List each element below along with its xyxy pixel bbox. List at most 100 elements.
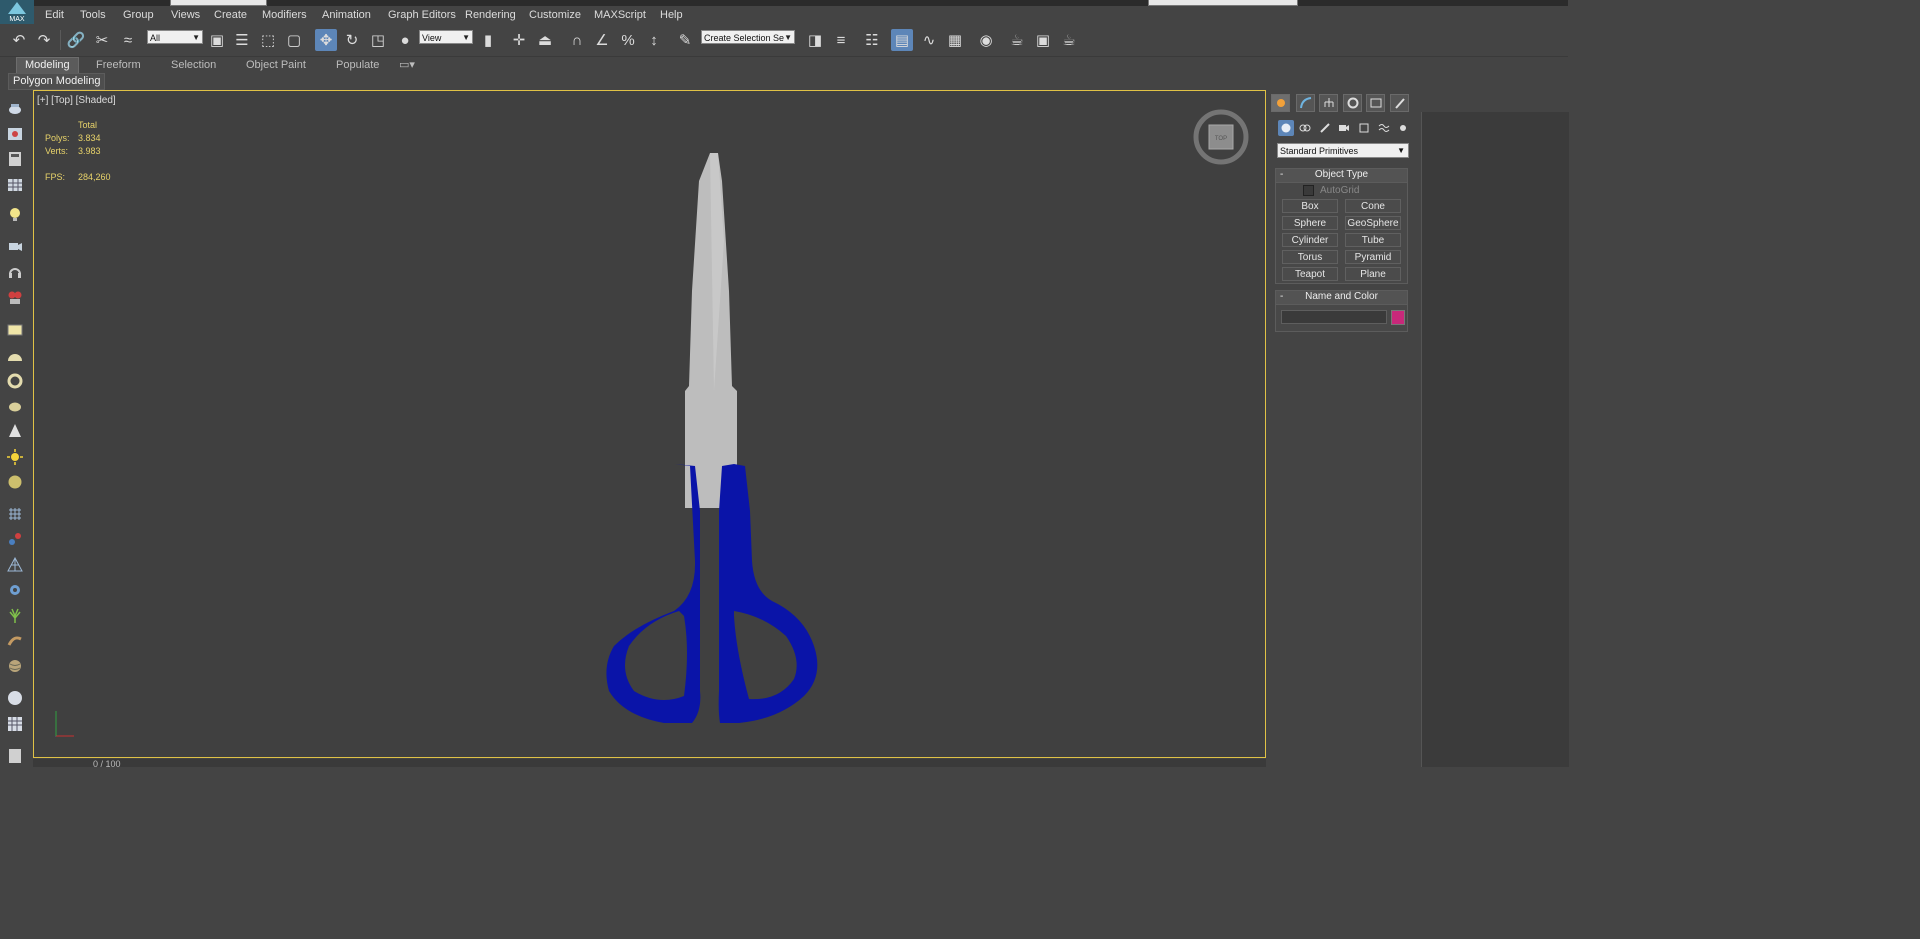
menu-create[interactable]: Create (214, 9, 247, 21)
systems-icon[interactable] (1395, 120, 1411, 136)
tube-button[interactable]: Tube (1345, 233, 1401, 247)
rendered-frame-window-icon[interactable]: ▣ (1032, 29, 1054, 51)
scene-explorer-icon[interactable]: ▤ (891, 29, 913, 51)
pivot-point-icon[interactable]: ▮ (477, 29, 499, 51)
menu-modifiers[interactable]: Modifiers (262, 9, 307, 21)
cone-button[interactable]: Cone (1345, 199, 1401, 213)
named-selection-dropdown[interactable]: Create Selection Se ▼ (701, 30, 795, 44)
sphere-button[interactable]: Sphere (1282, 216, 1338, 230)
object-name-field[interactable] (1281, 310, 1387, 324)
teapot-icon[interactable] (5, 98, 25, 118)
render-icon[interactable] (5, 124, 25, 144)
teapot-button[interactable]: Teapot (1282, 267, 1338, 281)
menu-graph-editors[interactable]: Graph Editors (388, 9, 456, 21)
camera-icon[interactable] (5, 236, 25, 256)
sphere-icon[interactable] (5, 472, 25, 492)
pyramid-button[interactable]: Pyramid (1345, 250, 1401, 264)
name-and-color-header[interactable]: - Name and Color (1276, 291, 1407, 305)
menu-rendering[interactable]: Rendering (465, 9, 516, 21)
menu-views[interactable]: Views (171, 9, 200, 21)
render-setup-icon[interactable]: ☕ (1006, 29, 1028, 51)
angle-snap-icon[interactable]: ∠ (591, 29, 613, 51)
menu-edit[interactable]: Edit (45, 9, 64, 21)
torus-button[interactable]: Torus (1282, 250, 1338, 264)
utilities-tab-icon[interactable] (1390, 94, 1409, 112)
place-icon[interactable]: ● (394, 29, 416, 51)
bone-icon[interactable] (5, 529, 25, 549)
table-icon[interactable] (5, 714, 25, 734)
keyboard-shortcut-override-icon[interactable]: ⏏ (534, 29, 556, 51)
cone-primitive-icon[interactable] (5, 421, 25, 441)
scale-icon[interactable]: ◳ (367, 29, 389, 51)
redo-icon[interactable]: ↷ (33, 29, 55, 51)
snaps-toggle-icon[interactable]: ∩ (566, 29, 588, 51)
sphere-primitive-icon[interactable] (5, 371, 25, 391)
mirror-icon[interactable]: ◨ (804, 29, 826, 51)
ribbon-panel-label[interactable]: Polygon Modeling (8, 73, 106, 90)
unlink-icon[interactable]: ✂ (91, 29, 113, 51)
app-logo-button[interactable]: MAX (0, 0, 34, 24)
box-button[interactable]: Box (1282, 199, 1338, 213)
display-tab-icon[interactable] (1366, 94, 1385, 112)
space-warps-icon[interactable] (1376, 120, 1392, 136)
film-reel-icon[interactable] (5, 288, 25, 308)
window-crossing-icon[interactable]: ▢ (283, 29, 305, 51)
tab-object-paint[interactable]: Object Paint (246, 58, 306, 72)
rotate-icon[interactable]: ↻ (341, 29, 363, 51)
reference-coordinate-dropdown[interactable]: View ▼ (419, 30, 473, 44)
menu-tools[interactable]: Tools (80, 9, 106, 21)
foliage-icon[interactable] (5, 606, 25, 626)
calculator-icon[interactable] (5, 746, 25, 766)
spreadsheet-icon[interactable] (5, 175, 25, 195)
edit-named-selection-icon[interactable]: ✎ (674, 29, 696, 51)
ribbon-options-icon[interactable]: ▭▾ (399, 58, 415, 72)
viewport-label[interactable]: [+] [Top] [Shaded] (37, 95, 116, 106)
plane-primitive-icon[interactable] (5, 320, 25, 340)
mesh-icon[interactable] (5, 555, 25, 575)
object-type-header[interactable]: - Object Type (1276, 169, 1407, 183)
rectangular-selection-icon[interactable]: ⬚ (257, 29, 279, 51)
plane-button[interactable]: Plane (1345, 267, 1401, 281)
cloth-icon[interactable] (5, 656, 25, 676)
tab-populate[interactable]: Populate (336, 58, 379, 72)
gear-icon[interactable] (5, 580, 25, 600)
calculator-icon[interactable] (5, 149, 25, 169)
particles-icon[interactable] (5, 504, 25, 524)
menu-help[interactable]: Help (660, 9, 683, 21)
modify-tab-icon[interactable] (1296, 94, 1315, 112)
time-slider[interactable]: 0 / 100 (33, 759, 1266, 767)
light-bulb-icon[interactable] (5, 204, 25, 224)
teapot-primitive-icon[interactable] (5, 396, 25, 416)
hair-fur-icon[interactable] (5, 631, 25, 651)
move-icon[interactable]: ✥ (315, 29, 337, 51)
bind-space-warp-icon[interactable]: ≈ (117, 29, 139, 51)
shapes-icon[interactable] (1297, 120, 1313, 136)
spinner-snap-icon[interactable]: ↕ (643, 29, 665, 51)
category-dropdown[interactable]: Standard Primitives ▼ (1277, 143, 1409, 158)
viewport-top[interactable]: TOP (33, 90, 1266, 758)
menu-customize[interactable]: Customize (529, 9, 581, 21)
layer-explorer-icon[interactable]: ☷ (861, 29, 883, 51)
cameras-icon[interactable] (1336, 120, 1352, 136)
align-icon[interactable]: ≡ (830, 29, 852, 51)
cylinder-button[interactable]: Cylinder (1282, 233, 1338, 247)
menu-maxscript[interactable]: MAXScript (594, 9, 646, 21)
material-editor-icon[interactable]: ◉ (975, 29, 997, 51)
select-object-icon[interactable]: ▣ (206, 29, 228, 51)
headphones-icon[interactable] (5, 262, 25, 282)
undo-icon[interactable]: ↶ (8, 29, 30, 51)
scissors-model[interactable]: TOP (34, 91, 1265, 757)
tab-modeling[interactable]: Modeling (16, 57, 79, 73)
geosphere-button[interactable]: GeoSphere (1345, 216, 1401, 230)
percent-snap-icon[interactable]: % (617, 29, 639, 51)
selection-filter-dropdown[interactable]: All ▼ (147, 30, 203, 44)
object-color-swatch[interactable] (1391, 310, 1405, 325)
dome-primitive-icon[interactable] (5, 346, 25, 366)
link-icon[interactable]: 🔗 (65, 29, 87, 51)
menu-animation[interactable]: Animation (322, 9, 371, 21)
autogrid-checkbox[interactable] (1303, 185, 1314, 196)
select-by-name-icon[interactable]: ☰ (231, 29, 253, 51)
lights-icon[interactable] (1317, 120, 1333, 136)
motion-tab-icon[interactable] (1343, 94, 1362, 112)
schematic-view-icon[interactable]: ▦ (944, 29, 966, 51)
